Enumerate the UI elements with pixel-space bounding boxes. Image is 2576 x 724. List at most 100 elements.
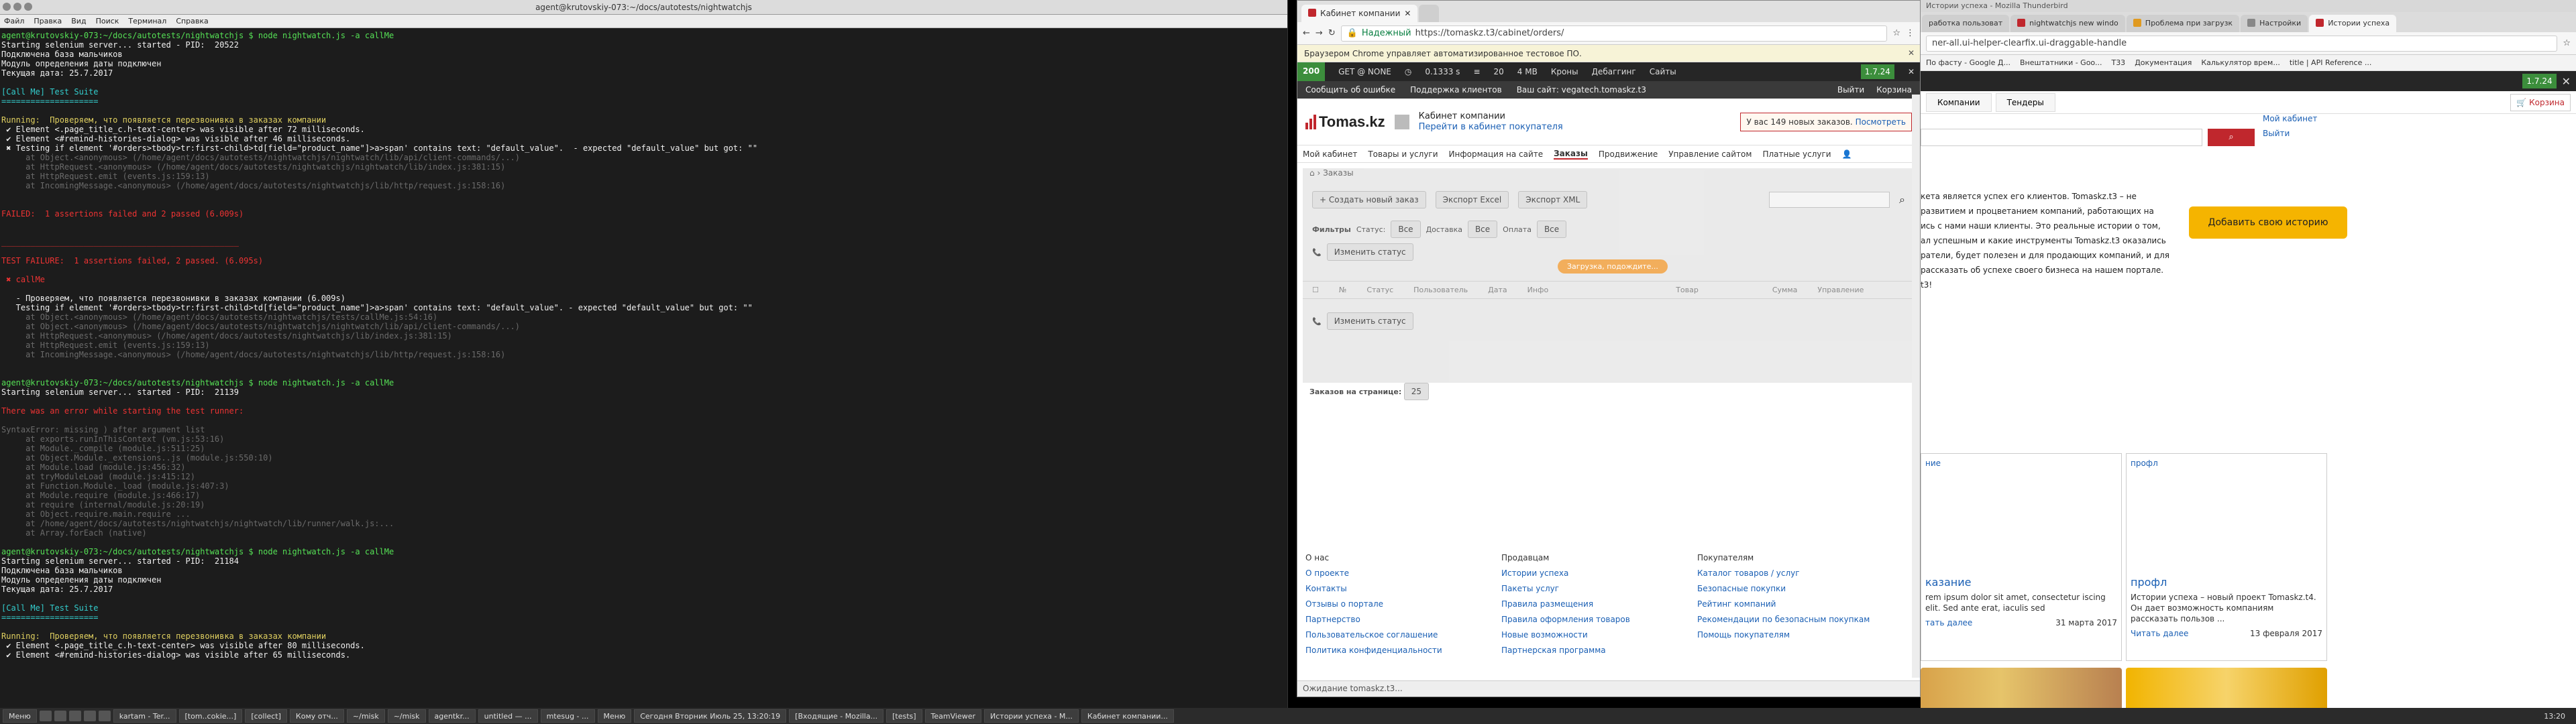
payment-filter[interactable]: Все	[1536, 221, 1567, 238]
tab-4[interactable]: Настройки	[2241, 15, 2308, 32]
site-logo[interactable]: Tomas.kz	[1305, 113, 1385, 131]
taskbar-item[interactable]: untitled — ...	[478, 709, 538, 723]
taskbar-item[interactable]: Кому отч...	[289, 709, 344, 723]
home-icon[interactable]: ⌂	[1309, 168, 1315, 178]
forward-icon[interactable]: →	[1316, 28, 1323, 38]
tab-companies[interactable]: Компании	[1926, 93, 1992, 112]
site-search-input[interactable]	[1921, 129, 2202, 146]
nav-site-info[interactable]: Информация на сайте	[1449, 149, 1544, 159]
reload-icon[interactable]: ↻	[1328, 28, 1336, 38]
footer-link[interactable]: Рейтинг компаний	[1697, 597, 1893, 612]
launcher-icon[interactable]	[98, 711, 111, 721]
terminal-titlebar[interactable]: agent@krutovskiy-073:~/docs/autotests/ni…	[0, 0, 1287, 15]
star-icon[interactable]: ☆	[1892, 28, 1900, 38]
story-card[interactable]: профл профл Истории успеха – новый проек…	[2126, 453, 2327, 661]
footer-link[interactable]: Политика конфиденциальности	[1305, 643, 1501, 658]
nav-orders[interactable]: Заказы	[1554, 149, 1588, 160]
taskbar-item[interactable]: [tom..cokie...]	[178, 709, 243, 723]
status-filter[interactable]: Все	[1391, 221, 1421, 238]
footer-link[interactable]: О проекте	[1305, 566, 1501, 581]
buyer-cabinet-link[interactable]: Перейти в кабинет покупателя	[1419, 122, 1563, 132]
story-card[interactable]: ние казание rem ipsum dolor sit amet, co…	[1921, 453, 2122, 661]
footer-link[interactable]: Партнерство	[1305, 612, 1501, 627]
url-field[interactable]: 🔒 Надежный https://tomaskz.t3/cabinet/or…	[1340, 25, 1888, 42]
nav-promotion[interactable]: Продвижение	[1599, 149, 1658, 159]
footer-link[interactable]: Безопасные покупки	[1697, 581, 1893, 597]
taskbar-item[interactable]: [Входящие - Mozilla...	[789, 709, 884, 723]
bookmark-2[interactable]: Внештатники - Goo...	[2020, 58, 2102, 67]
logout-link-2[interactable]: Выйти	[2263, 126, 2317, 141]
start-menu-button[interactable]: Меню	[3, 709, 37, 723]
taskbar-item[interactable]: Сегодня Вторник Июль 25, 13:20:19	[634, 709, 787, 723]
footer-link[interactable]: Правила оформления товаров	[1501, 612, 1697, 627]
footer-link[interactable]: Пользовательское соглашение	[1305, 627, 1501, 643]
change-status-select[interactable]: Изменить статус	[1326, 243, 1413, 261]
close-icon[interactable]	[3, 3, 11, 11]
debug-close-icon[interactable]: ✕	[1908, 67, 1915, 76]
tab-tenders[interactable]: Тендеры	[1995, 93, 2055, 112]
footer-link[interactable]: Правила размещения	[1501, 597, 1697, 612]
logout-link[interactable]: Выйти	[1837, 85, 1864, 95]
bookmark-3[interactable]: T33	[2111, 58, 2125, 67]
report-error-link[interactable]: Сообщить об ошибке	[1305, 85, 1395, 95]
story-title[interactable]: казание	[1925, 577, 2117, 588]
menu-edit[interactable]: Правка	[34, 17, 62, 25]
footer-link[interactable]: Рекомендации по безопасным покупкам	[1697, 612, 1893, 627]
cart-button[interactable]: 🛒 Корзина	[2510, 93, 2571, 111]
view-orders-link[interactable]: Посмотреть	[1856, 117, 1906, 127]
search-button[interactable]: ⌕	[2208, 129, 2255, 146]
taskbar-item[interactable]: agentkr...	[428, 709, 476, 723]
nav-site-management[interactable]: Управление сайтом	[1668, 149, 1752, 159]
menu-dots-icon[interactable]: ⋮	[1906, 28, 1915, 38]
menu-help[interactable]: Справка	[176, 17, 208, 25]
bookmark-6[interactable]: title | API Reference ...	[2290, 58, 2371, 67]
bookmark-1[interactable]: По фасту - Google Д...	[1926, 58, 2010, 67]
close-icon[interactable]: ✕	[2557, 75, 2576, 88]
create-order-button[interactable]: + Создать новый заказ	[1312, 191, 1426, 208]
menu-terminal[interactable]: Терминал	[128, 17, 166, 25]
footer-link[interactable]: Помощь покупателям	[1697, 627, 1893, 643]
per-page-select[interactable]: 25	[1403, 383, 1430, 400]
url-field-2[interactable]: ner-all.ui-helper-clearfix.ui-draggable-…	[1926, 35, 2558, 52]
bookmark-4[interactable]: Документация	[2135, 58, 2192, 67]
tab-success-stories[interactable]: Истории успеха	[2309, 15, 2397, 32]
read-more-link[interactable]: Читать далее	[2131, 628, 2188, 639]
orders-search-input[interactable]	[1769, 192, 1890, 208]
debug-debugging[interactable]: Дебаггинг	[1592, 67, 1636, 76]
read-more-link[interactable]: тать далее	[1925, 617, 1972, 628]
infobar-close-icon[interactable]: ✕	[1908, 48, 1915, 58]
user-icon[interactable]: 👤	[1842, 149, 1852, 159]
star-icon[interactable]: ☆	[2563, 38, 2571, 48]
footer-link[interactable]: Контакты	[1305, 581, 1501, 597]
nav-products[interactable]: Товары и услуги	[1368, 149, 1438, 159]
launcher-icon[interactable]	[83, 711, 96, 721]
delivery-filter[interactable]: Все	[1467, 221, 1498, 238]
terminal-output[interactable]: agent@krutovskiy-073:~/docs/autotests/ni…	[0, 28, 1287, 707]
taskbar-item[interactable]: [tests]	[886, 709, 922, 723]
footer-link[interactable]: Партнерская программа	[1501, 643, 1697, 658]
maximize-icon[interactable]	[24, 3, 32, 11]
add-story-button[interactable]: Добавить свою историю	[2189, 206, 2347, 239]
taskbar-item[interactable]: kartam - Ter...	[113, 709, 176, 723]
story-title[interactable]: профл	[2131, 577, 2322, 588]
support-link[interactable]: Поддержка клиентов	[1410, 85, 1502, 95]
launcher-icon[interactable]	[39, 711, 52, 721]
tab-3[interactable]: Проблема при загрузк	[2126, 15, 2240, 32]
footer-link[interactable]: Отзывы о портале	[1305, 597, 1501, 612]
taskbar-item[interactable]: Меню	[597, 709, 632, 723]
menu-view[interactable]: Вид	[71, 17, 86, 25]
export-excel-button[interactable]: Экспорт Excel	[1435, 191, 1509, 208]
back-icon[interactable]: ←	[1303, 28, 1310, 38]
tab-2[interactable]: nightwatchjs new windo	[2010, 15, 2125, 32]
taskbar-item[interactable]: Истории успеха - M...	[984, 709, 1079, 723]
nav-paid-services[interactable]: Платные услуги	[1762, 149, 1831, 159]
taskbar-item[interactable]: [collect]	[245, 709, 287, 723]
bookmark-5[interactable]: Калькулятор врем...	[2201, 58, 2280, 67]
menu-file[interactable]: Файл	[4, 17, 24, 25]
footer-link[interactable]: Новые возможности	[1501, 627, 1697, 643]
launcher-icon[interactable]	[54, 711, 66, 721]
my-cabinet-link[interactable]: Мой кабинет	[2263, 111, 2317, 126]
minimize-icon[interactable]	[13, 3, 21, 11]
scrollbar[interactable]	[1912, 95, 1920, 678]
select-all-checkbox[interactable]: ☐	[1312, 286, 1319, 294]
